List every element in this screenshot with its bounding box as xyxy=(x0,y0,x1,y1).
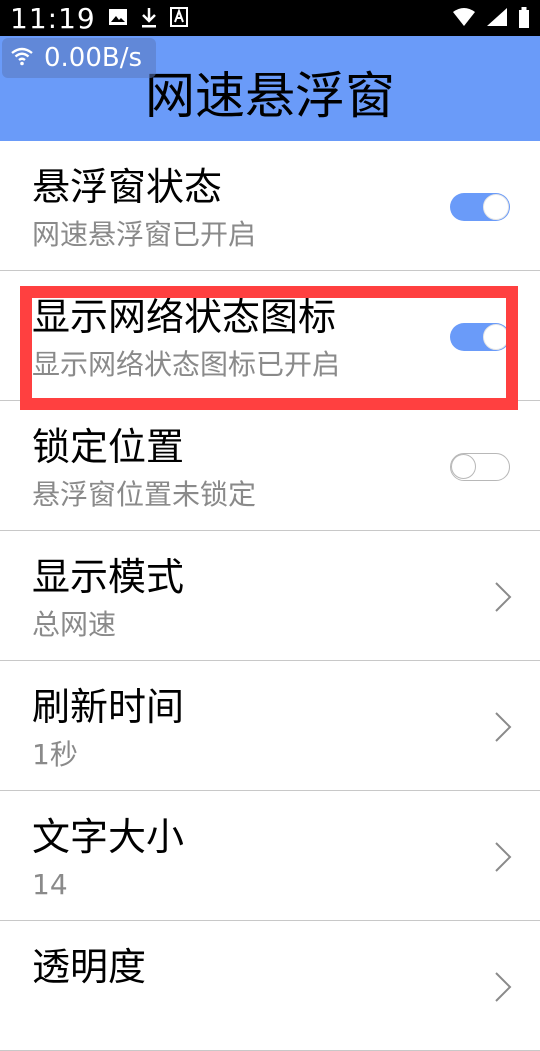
setting-title: 显示网络状态图标 xyxy=(32,295,337,339)
setting-text-size[interactable]: 文字大小 14 xyxy=(0,791,540,921)
chevron-right-icon xyxy=(494,841,512,877)
setting-title: 锁定位置 xyxy=(32,425,185,469)
status-system-icons xyxy=(452,7,530,29)
setting-display-mode[interactable]: 显示模式 总网速 xyxy=(0,531,540,661)
setting-summary: 总网速 xyxy=(32,608,117,641)
setting-refresh-time[interactable]: 刷新时间 1秒 xyxy=(0,661,540,791)
network-speed-overlay[interactable]: 0.00B/s xyxy=(2,38,157,78)
show-network-icon-toggle[interactable] xyxy=(450,323,510,351)
setting-summary: 悬浮窗位置未锁定 xyxy=(32,478,257,511)
setting-title: 刷新时间 xyxy=(32,685,185,729)
setting-transparency[interactable]: 透明度 xyxy=(0,921,540,1051)
image-icon xyxy=(108,7,128,29)
download-icon xyxy=(140,7,158,29)
status-time: 11:19 xyxy=(10,2,96,35)
settings-list: 悬浮窗状态 网速悬浮窗已开启 显示网络状态图标 显示网络状态图标已开启 锁定位置… xyxy=(0,141,540,1051)
wifi-icon xyxy=(10,46,34,70)
setting-title: 显示模式 xyxy=(32,555,185,599)
battery-icon xyxy=(518,7,530,29)
status-bar: 11:19 xyxy=(0,0,540,36)
setting-summary: 14 xyxy=(32,868,68,901)
toggle-knob xyxy=(483,194,509,220)
chevron-right-icon xyxy=(494,971,512,1007)
cellular-signal-icon xyxy=(486,7,508,29)
floating-window-toggle[interactable] xyxy=(450,193,510,221)
setting-lock-position[interactable]: 锁定位置 悬浮窗位置未锁定 xyxy=(0,401,540,531)
chevron-right-icon xyxy=(494,581,512,617)
chevron-right-icon xyxy=(494,711,512,747)
setting-title: 文字大小 xyxy=(32,815,185,859)
toggle-knob xyxy=(483,324,509,350)
status-notification-icons xyxy=(108,7,188,29)
setting-title: 悬浮窗状态 xyxy=(32,165,223,209)
font-icon xyxy=(170,7,188,29)
setting-show-network-icon[interactable]: 显示网络状态图标 显示网络状态图标已开启 xyxy=(0,271,540,401)
wifi-icon xyxy=(452,7,476,29)
toggle-knob xyxy=(451,454,476,479)
setting-summary: 1秒 xyxy=(32,738,78,771)
setting-summary: 网速悬浮窗已开启 xyxy=(32,218,257,251)
setting-title: 透明度 xyxy=(32,945,147,989)
setting-summary: 显示网络状态图标已开启 xyxy=(32,348,341,381)
speed-text: 0.00B/s xyxy=(44,43,143,73)
setting-floating-window-status[interactable]: 悬浮窗状态 网速悬浮窗已开启 xyxy=(0,141,540,271)
lock-position-toggle[interactable] xyxy=(450,453,510,481)
